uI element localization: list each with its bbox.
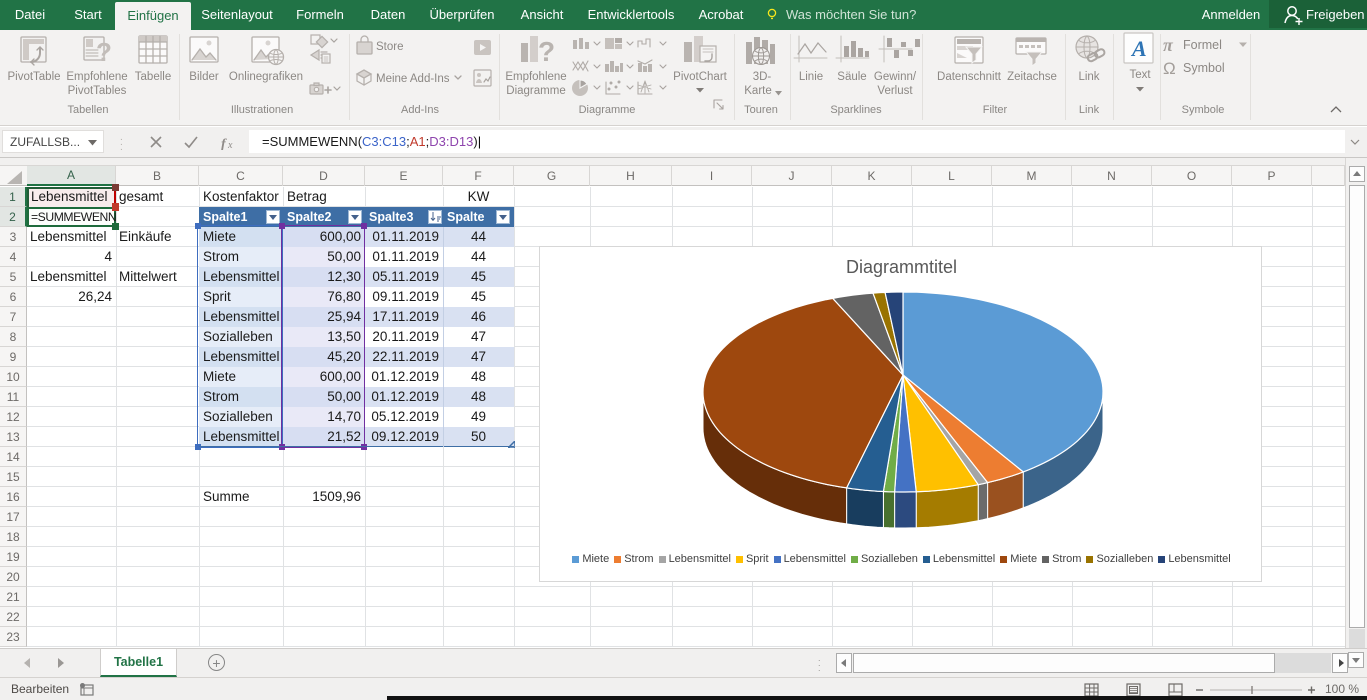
svg-text:?: ? <box>96 37 112 67</box>
svg-text:Formel: Formel <box>1183 38 1222 52</box>
svg-text:?: ? <box>538 36 555 67</box>
svg-text:f: f <box>221 137 227 150</box>
svg-text:x: x <box>227 140 233 150</box>
svg-text:Symbol: Symbol <box>1183 61 1225 75</box>
svg-text:π: π <box>1163 35 1174 55</box>
svg-text:A: A <box>1130 36 1147 61</box>
svg-text:Ω: Ω <box>1163 59 1176 78</box>
